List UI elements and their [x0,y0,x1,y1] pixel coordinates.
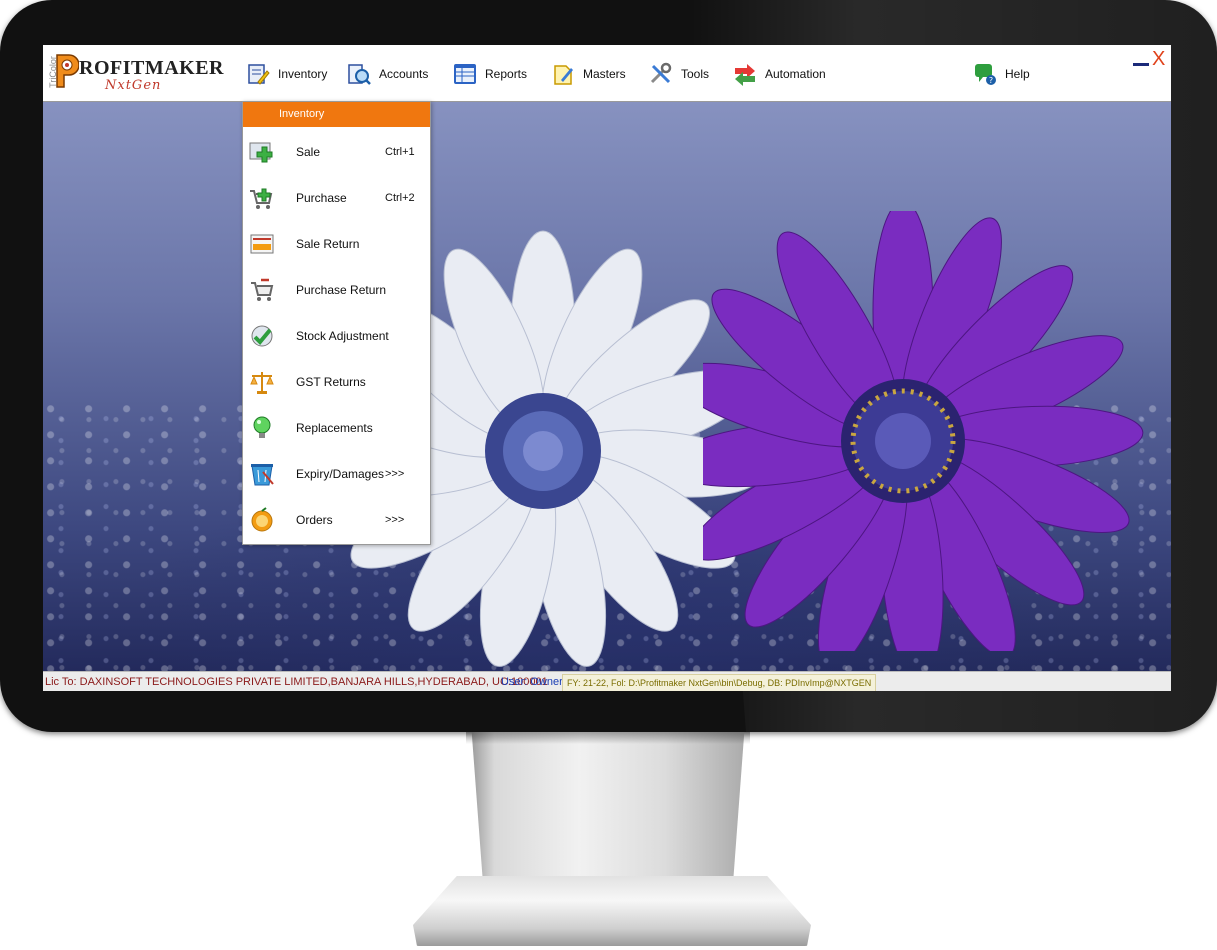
menu-item-label: Expiry/Damages [296,467,385,481]
reports-icon [454,64,476,84]
monitor-stand-shadow [466,732,750,744]
menu-item-gst-returns[interactable]: GST Returns [243,359,430,405]
svg-text:?: ? [989,76,993,85]
menu-item-sale-return[interactable]: Sale Return [243,221,430,267]
menu-item-label: Stock Adjustment [296,329,389,343]
dropdown-title: Inventory [243,102,430,127]
menu-item-label: Orders [296,513,333,527]
fy-info: FY: 21-22, Fol: D:\Profitmaker NxtGen\bi… [562,674,877,691]
menu-item-stock-adjustment[interactable]: Stock Adjustment [243,313,430,359]
menu-item-expiry-damages[interactable]: Expiry/Damages >>> [243,451,430,497]
nav-accounts[interactable]: Accounts [347,61,428,87]
inventory-icon [248,64,270,85]
profitmaker-logo-icon [56,54,79,88]
menu-item-label: Replacements [296,421,373,435]
nav-tools-label: Tools [681,67,710,81]
orders-icon [251,507,273,532]
menu-item-sale[interactable]: Sale Ctrl+1 [243,129,430,175]
monitor-stand-base [413,876,811,946]
nav-help[interactable]: ? Help [973,61,1030,87]
nav-automation-label: Automation [765,67,826,81]
menu-item-purchase-return[interactable]: Purchase Return [243,267,430,313]
automation-icon [735,64,755,86]
license-info: Lic To: DAXINSOFT TECHNOLOGIES PRIVATE L… [45,676,548,688]
purchase-return-icon [251,278,274,301]
masters-icon [554,65,573,85]
top-menu-bar: TriColor ROFITMAKER NxtGen Inventory Acc… [43,45,1171,102]
help-icon: ? [975,64,996,85]
close-button[interactable]: X [1152,48,1165,71]
nav-inventory[interactable]: Inventory [246,61,327,87]
menu-item-label: Sale [296,145,321,159]
menu-item-label: Purchase Return [296,283,387,297]
desktop-wallpaper [43,101,1171,671]
status-bar: Lic To: DAXINSOFT TECHNOLOGIES PRIVATE L… [43,671,1171,691]
accounts-icon [348,64,371,85]
inventory-dropdown-menu: Inventory Sale Ctrl+1 Purchase Ctrl+2 Sa… [242,101,431,545]
stock-adjustment-icon [251,325,273,347]
monitor-bezel: TriColor ROFITMAKER NxtGen Inventory Acc… [0,0,1217,732]
nav-automation[interactable]: Automation [733,61,826,87]
menu-item-purchase[interactable]: Purchase Ctrl+2 [243,175,430,221]
nav-masters[interactable]: Masters [551,61,626,87]
brand-name: ROFITMAKER [79,57,224,79]
tools-icon [650,62,672,84]
menu-item-label: Sale Return [296,237,360,251]
nav-accounts-label: Accounts [379,67,429,81]
expiry-damages-icon [251,464,274,486]
nav-tools[interactable]: Tools [649,61,709,87]
menu-item-replacements[interactable]: Replacements [243,405,430,451]
nav-reports[interactable]: Reports [453,61,527,87]
sale-return-icon [250,234,274,254]
monitor-stand-neck [471,732,745,884]
purple-flower-image [703,211,1144,651]
replacements-icon [253,416,271,438]
user-info: User: Owner [501,676,563,688]
app-window: TriColor ROFITMAKER NxtGen Inventory Acc… [43,45,1171,691]
menu-item-shortcut: Ctrl+1 [385,146,415,158]
menu-item-label: Purchase [296,191,347,205]
nav-inventory-label: Inventory [278,67,328,81]
menu-item-label: GST Returns [296,375,366,389]
minimize-button[interactable] [1133,63,1149,66]
sale-icon [249,142,273,163]
purchase-icon [250,188,273,209]
brand-subtitle: NxtGen [105,78,162,93]
menu-item-orders[interactable]: Orders >>> [243,497,430,543]
nav-masters-label: Masters [583,67,626,81]
menu-item-shortcut: >>> [385,514,405,526]
nav-reports-label: Reports [485,67,528,81]
nav-help-label: Help [1005,67,1030,81]
gst-returns-icon [250,372,274,394]
menu-item-shortcut: >>> [385,468,405,480]
menu-item-shortcut: Ctrl+2 [385,192,415,204]
